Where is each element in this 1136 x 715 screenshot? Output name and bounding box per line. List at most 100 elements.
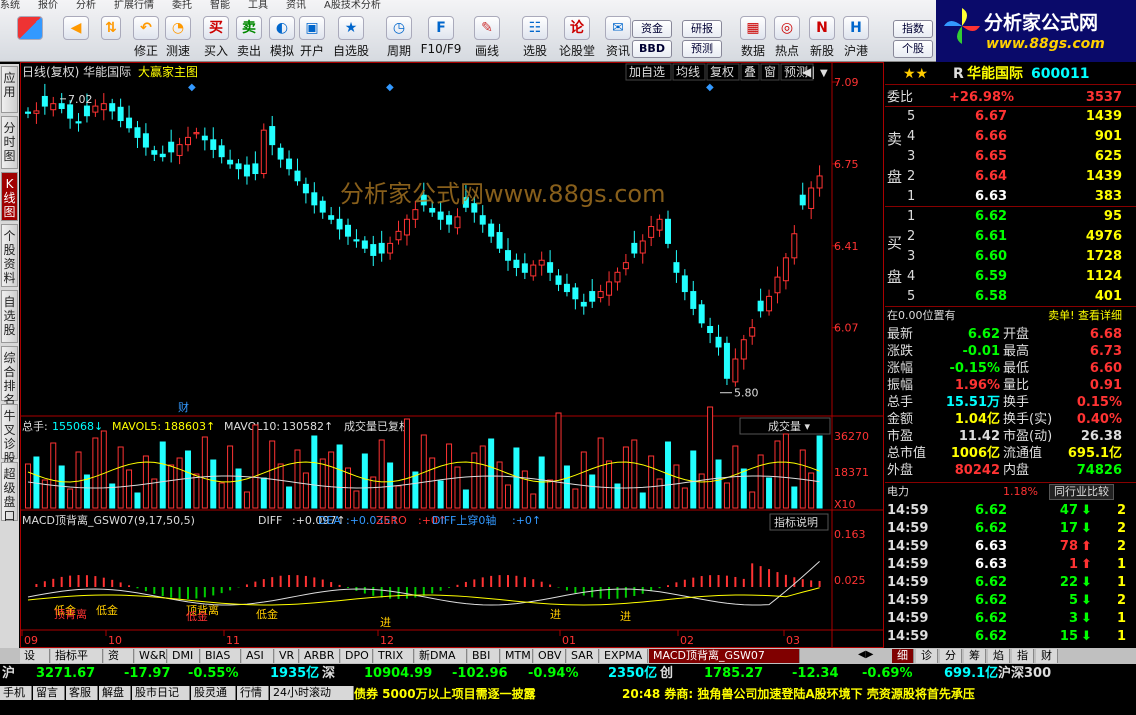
candle-body[interactable] [319, 200, 326, 213]
candle-body[interactable] [673, 262, 680, 273]
candle-body[interactable] [412, 209, 419, 220]
side-tab[interactable]: 应用 [1, 66, 18, 113]
quote-tab[interactable]: 筹 [964, 649, 986, 663]
candle-body[interactable] [25, 111, 31, 114]
toolbar-button[interactable]: F F10/F9 [420, 16, 462, 60]
candle-body[interactable] [631, 242, 638, 254]
candle-body[interactable] [185, 136, 191, 146]
toolbar-button[interactable]: ◐ 模拟 [266, 16, 298, 60]
indicator-tab[interactable]: EXPMA [600, 649, 648, 663]
candle-body[interactable] [648, 226, 655, 238]
toolbar-button[interactable]: ★ 自选股 [330, 16, 372, 60]
asks-row[interactable]: 1 6.63 383 [885, 188, 1136, 206]
candle-body[interactable] [227, 159, 234, 165]
news-ticker-1[interactable]: 金融债券 5000万以上项目需逐一披露 [330, 685, 536, 702]
indicator-tab[interactable]: 设置 [20, 649, 50, 676]
candle-body[interactable] [622, 262, 629, 270]
quote-tab[interactable]: 诊 [916, 649, 938, 663]
candle-body[interactable] [193, 132, 200, 135]
candle-body[interactable] [92, 105, 99, 113]
candle-body[interactable] [109, 103, 116, 112]
candle-body[interactable] [353, 239, 360, 242]
menu-item[interactable]: 报价 [38, 0, 58, 10]
candle-body[interactable] [378, 242, 385, 254]
menu-item[interactable]: 扩展行情 [114, 0, 154, 10]
toolbar-button[interactable]: N 新股 [806, 16, 838, 60]
candle-body[interactable] [665, 218, 671, 244]
candle-body[interactable] [328, 215, 335, 220]
home-button[interactable] [12, 16, 48, 60]
asks-row[interactable]: 4 6.66 901 [885, 128, 1136, 146]
candle-body[interactable] [58, 103, 65, 109]
candle-body[interactable] [446, 215, 453, 225]
indicator-tab[interactable]: DMI [168, 649, 200, 663]
candle-body[interactable] [252, 163, 259, 175]
toolbar-button[interactable]: ◎ 热点 [771, 16, 803, 60]
menu-item[interactable]: 分析 [76, 0, 96, 10]
candle-body[interactable] [370, 244, 377, 256]
candle-body[interactable] [134, 127, 141, 138]
candle-body[interactable] [210, 139, 217, 150]
side-tab[interactable]: 个股资料 [1, 224, 18, 287]
forecast-button[interactable]: 预测 [682, 40, 722, 58]
event-marker-icon[interactable]: ◆ [386, 82, 394, 93]
candle-body[interactable] [75, 121, 82, 124]
quote-tab[interactable]: 细 [892, 649, 914, 663]
bids-row[interactable]: 1 6.62 95 [885, 208, 1136, 226]
status-button[interactable]: 解盘 [99, 686, 131, 700]
candle-body[interactable] [681, 275, 688, 293]
side-tab[interactable]: 自选股 [1, 290, 18, 343]
bbd-button[interactable]: BBD [632, 40, 672, 58]
indicator-tab[interactable]: SAR [567, 649, 599, 663]
candle-body[interactable] [782, 257, 789, 282]
toolbar-button[interactable]: ◔ 测速 [162, 16, 194, 60]
candle-body[interactable] [572, 287, 579, 300]
research-button[interactable]: 研报 [682, 20, 722, 38]
status-button[interactable]: 行情 [237, 686, 269, 700]
kline-chart[interactable]: 日线(复权) 华能国际 大赢家主图 加自选 均线 复权叠窗预测◀| ▼◆ ◆ ◆ 7.096.7… [20, 62, 884, 648]
candle-body[interactable] [563, 283, 570, 293]
side-tab[interactable]: 超级盘口 [1, 462, 18, 523]
indicator-tab[interactable]: ASI [242, 649, 274, 663]
candle-body[interactable] [723, 342, 730, 379]
candle-body[interactable] [302, 183, 309, 194]
candle-body[interactable] [168, 141, 175, 153]
indicator-tab[interactable]: TRIX [374, 649, 414, 663]
toolbar-button[interactable]: ▦ 数据 [737, 16, 769, 60]
sz-index[interactable]: 10904.99 [364, 664, 432, 684]
toolbar-button[interactable]: ↶ 修正 [130, 16, 162, 60]
menu-item[interactable]: A股技术分析 [324, 0, 381, 10]
candle-body[interactable] [538, 259, 545, 266]
indicator-tab[interactable]: MTM [501, 649, 533, 663]
candle-body[interactable] [286, 158, 293, 170]
candle-body[interactable] [698, 304, 705, 324]
indicator-tab[interactable]: MACD顶背离_GSW07 [649, 649, 800, 663]
formula-name[interactable]: 大赢家主图 [138, 64, 198, 79]
candle-body[interactable] [345, 224, 351, 237]
indicator-tab[interactable]: BBI [468, 649, 500, 663]
asks-row[interactable]: 2 6.64 1439 [885, 168, 1136, 186]
bids-row[interactable]: 3 6.60 1728 [885, 248, 1136, 266]
finance-marker[interactable]: 财 [178, 400, 189, 414]
candle-body[interactable] [505, 250, 511, 261]
candle-body[interactable] [749, 327, 756, 337]
candle-body[interactable] [715, 336, 722, 348]
candle-body[interactable] [766, 295, 773, 312]
toolbar-button[interactable]: H沪港通 [840, 16, 872, 75]
toolbar-button[interactable]: 买买入 [200, 16, 232, 60]
side-tab[interactable]: 分时图 [1, 116, 18, 169]
candle-body[interactable] [816, 175, 823, 189]
candle-body[interactable] [260, 129, 267, 175]
dropdown-icon[interactable]: ▼ [820, 68, 828, 79]
candle-body[interactable] [606, 281, 613, 296]
candle-body[interactable] [732, 358, 739, 383]
menu-item[interactable]: 资讯 [286, 0, 306, 10]
sh-index[interactable]: 3271.67 [36, 664, 95, 684]
candle-body[interactable] [808, 187, 815, 209]
indicator-tab[interactable]: VR [275, 649, 299, 663]
candle-body[interactable] [361, 240, 368, 249]
cy-index[interactable]: 1785.27 [704, 664, 763, 684]
toolbar-button[interactable]: ▣ 开户 [296, 16, 328, 60]
indicator-tab[interactable]: BIAS [201, 649, 241, 663]
candle-body[interactable] [614, 271, 621, 283]
